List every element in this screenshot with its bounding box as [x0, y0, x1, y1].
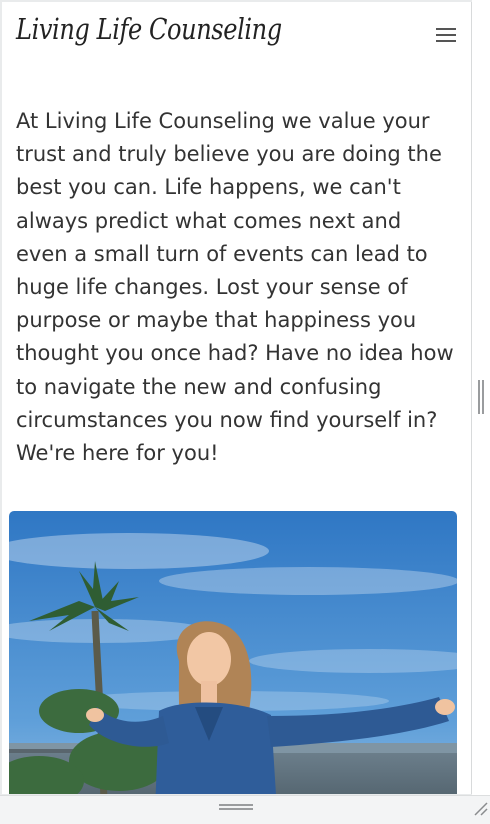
- page-viewport: Living Life Counseling At Living Life Co…: [2, 2, 472, 794]
- intro-paragraph: At Living Life Counseling we value your …: [16, 109, 454, 466]
- vertical-splitter-handle[interactable]: [478, 380, 484, 414]
- bottom-resize-bar: [0, 795, 490, 824]
- horizontal-splitter-handle[interactable]: [219, 804, 253, 812]
- navbar: Living Life Counseling: [2, 2, 471, 72]
- resize-grip-icon[interactable]: [474, 801, 488, 816]
- hamburger-icon[interactable]: [434, 24, 458, 44]
- hero-image: [9, 511, 457, 794]
- brand-logo[interactable]: Living Life Counseling: [16, 12, 282, 46]
